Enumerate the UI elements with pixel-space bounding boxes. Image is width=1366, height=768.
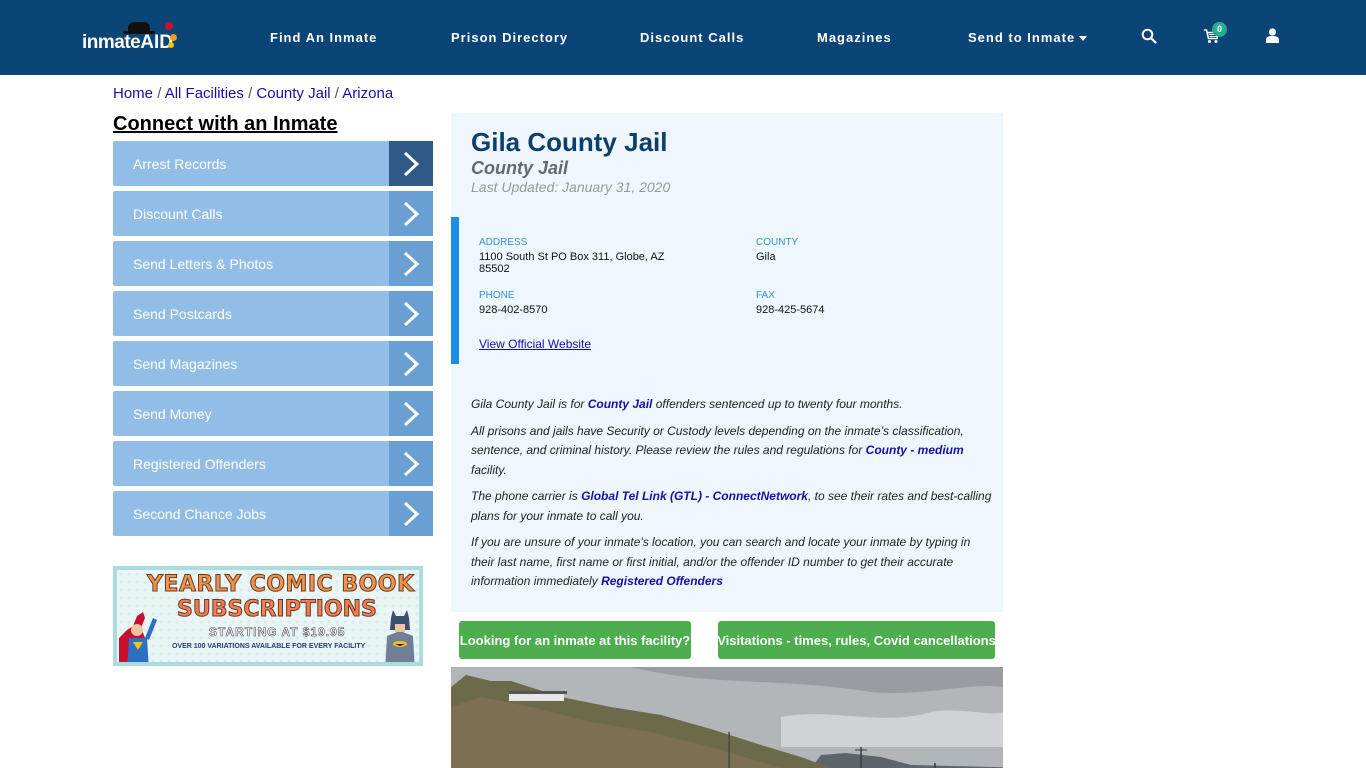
logo-hat-icon (123, 22, 155, 34)
user-icon[interactable] (1266, 28, 1279, 43)
visitation-button[interactable]: Visitations - times, rules, Covid cancel… (717, 621, 996, 659)
chevron-right-icon (389, 491, 433, 536)
fax-label: FAX (756, 290, 775, 301)
sidebar-item-send-postcards[interactable]: Send Postcards (113, 291, 433, 336)
text: facility. (471, 462, 507, 477)
ad-headline-2: SUBSCRIPTIONS (177, 597, 378, 623)
logo-leaf-icon (168, 42, 174, 48)
superhero-icon (119, 612, 157, 662)
chevron-right-icon (389, 141, 433, 186)
facility-description: Gila County Jail is for County Jail offe… (471, 395, 996, 599)
logo-leaf-icon (165, 22, 173, 30)
logo-text: inmate (82, 32, 141, 53)
description-paragraph: All prisons and jails have Security or C… (471, 422, 996, 481)
sidebar-item-second-chance-jobs[interactable]: Second Chance Jobs (113, 491, 433, 536)
address-label: ADDRESS (479, 237, 528, 248)
county-label: COUNTY (756, 237, 799, 248)
batman-icon (385, 610, 415, 662)
description-paragraph: Gila County Jail is for County Jail offe… (471, 395, 996, 415)
search-icon[interactable] (1141, 28, 1157, 44)
nav-magazines[interactable]: Magazines (817, 30, 892, 45)
ad-headline: YEARLY COMIC BOOK (147, 572, 415, 598)
find-inmate-button[interactable]: Looking for an inmate at this facility? (459, 621, 691, 659)
chevron-right-icon (389, 291, 433, 336)
breadcrumb: Home / All Facilities / County Jail / Ar… (113, 85, 393, 102)
caret-down-icon (1079, 36, 1088, 42)
phone-value: 928-402-8570 (479, 304, 548, 316)
nav-send-to-inmate[interactable]: Send to Inmate (968, 30, 1088, 45)
breadcrumb-separator: / (157, 85, 165, 102)
chevron-right-icon (389, 241, 433, 286)
breadcrumb-home[interactable]: Home (113, 85, 153, 102)
chevron-right-icon (389, 341, 433, 386)
page-title: Gila County Jail (471, 127, 668, 157)
facility-photo (451, 667, 1003, 768)
chevron-right-icon (389, 191, 433, 236)
ad-tagline: OVER 100 VARIATIONS AVAILABLE FOR EVERY … (172, 643, 366, 650)
address-line2: 85502 (479, 263, 510, 275)
sidebar-item-arrest-records[interactable]: Arrest Records (113, 141, 433, 186)
facility-type: County Jail (471, 158, 569, 178)
cart-count-badge: 0 (1212, 22, 1227, 37)
sidebar-item-label: Second Chance Jobs (133, 505, 267, 522)
county-value: Gila (756, 251, 776, 263)
sidebar-item-discount-calls[interactable]: Discount Calls (113, 191, 433, 236)
nav-prison-directory[interactable]: Prison Directory (451, 30, 568, 45)
fax-value: 928-425-5674 (756, 304, 825, 316)
text: The phone carrier is (471, 489, 582, 503)
chevron-right-icon (389, 391, 433, 436)
sidebar-item-registered-offenders[interactable]: Registered Offenders (113, 441, 433, 486)
phone-carrier-link[interactable]: Global Tel Link (GTL) - ConnectNetwork (581, 489, 808, 503)
description-paragraph: If you are unsure of your inmate's locat… (471, 533, 996, 592)
sidebar-item-send-letters-photos[interactable]: Send Letters & Photos (113, 241, 433, 286)
chevron-right-icon (389, 441, 433, 486)
sidebar-item-label: Send Magazines (133, 355, 238, 372)
address-line1: 1100 South St PO Box 311, Globe, AZ (479, 251, 665, 263)
breadcrumb-all-facilities[interactable]: All Facilities (165, 85, 244, 102)
sidebar-item-label: Registered Offenders (133, 455, 266, 472)
phone-label: PHONE (479, 290, 515, 301)
top-navbar: inmate AID Find An Inmate Prison Director… (0, 0, 1366, 75)
nav-send-to-inmate-label: Send to Inmate (968, 30, 1076, 45)
sidebar-item-label: Arrest Records (133, 155, 227, 172)
last-updated: Last Updated: January 31, 2020 (471, 179, 671, 195)
sidebar-item-label: Send Letters & Photos (133, 255, 274, 272)
nav-find-an-inmate[interactable]: Find An Inmate (270, 30, 377, 45)
sidebar-item-label: Send Money (133, 405, 212, 422)
facility-info-box: ADDRESS 1100 South St PO Box 311, Globe,… (451, 217, 1003, 364)
facility-panel: Gila County Jail County Jail Last Update… (451, 113, 1003, 612)
comic-subscription-ad[interactable]: YEARLY COMIC BOOK SUBSCRIPTIONS STARTING… (113, 566, 423, 666)
registered-offenders-link[interactable]: Registered Offenders (601, 574, 723, 588)
facility-photo-landscape (451, 667, 1003, 768)
breadcrumb-county-jail[interactable]: County Jail (256, 85, 330, 102)
sidebar-item-send-money[interactable]: Send Money (113, 391, 433, 436)
description-paragraph: The phone carrier is Global Tel Link (GT… (471, 487, 996, 526)
sidebar-item-send-magazines[interactable]: Send Magazines (113, 341, 433, 386)
ad-price: STARTING AT $19.95 (209, 625, 346, 640)
security-level-link[interactable]: County - medium (866, 443, 964, 457)
text: Gila County Jail is for (471, 397, 588, 411)
sidebar-menu: Arrest Records Discount Calls Send Lette… (113, 141, 433, 541)
breadcrumb-arizona[interactable]: Arizona (342, 85, 393, 102)
text: offenders sentenced up to twenty four mo… (652, 397, 903, 411)
nav-discount-calls[interactable]: Discount Calls (640, 30, 744, 45)
sidebar-item-label: Discount Calls (133, 205, 223, 222)
sidebar-title: Connect with an Inmate (113, 113, 338, 135)
official-website-link[interactable]: View Official Website (479, 337, 591, 351)
logo-leaf-icon (170, 34, 177, 41)
sidebar-item-label: Send Postcards (133, 305, 232, 322)
county-jail-link[interactable]: County Jail (588, 397, 653, 411)
